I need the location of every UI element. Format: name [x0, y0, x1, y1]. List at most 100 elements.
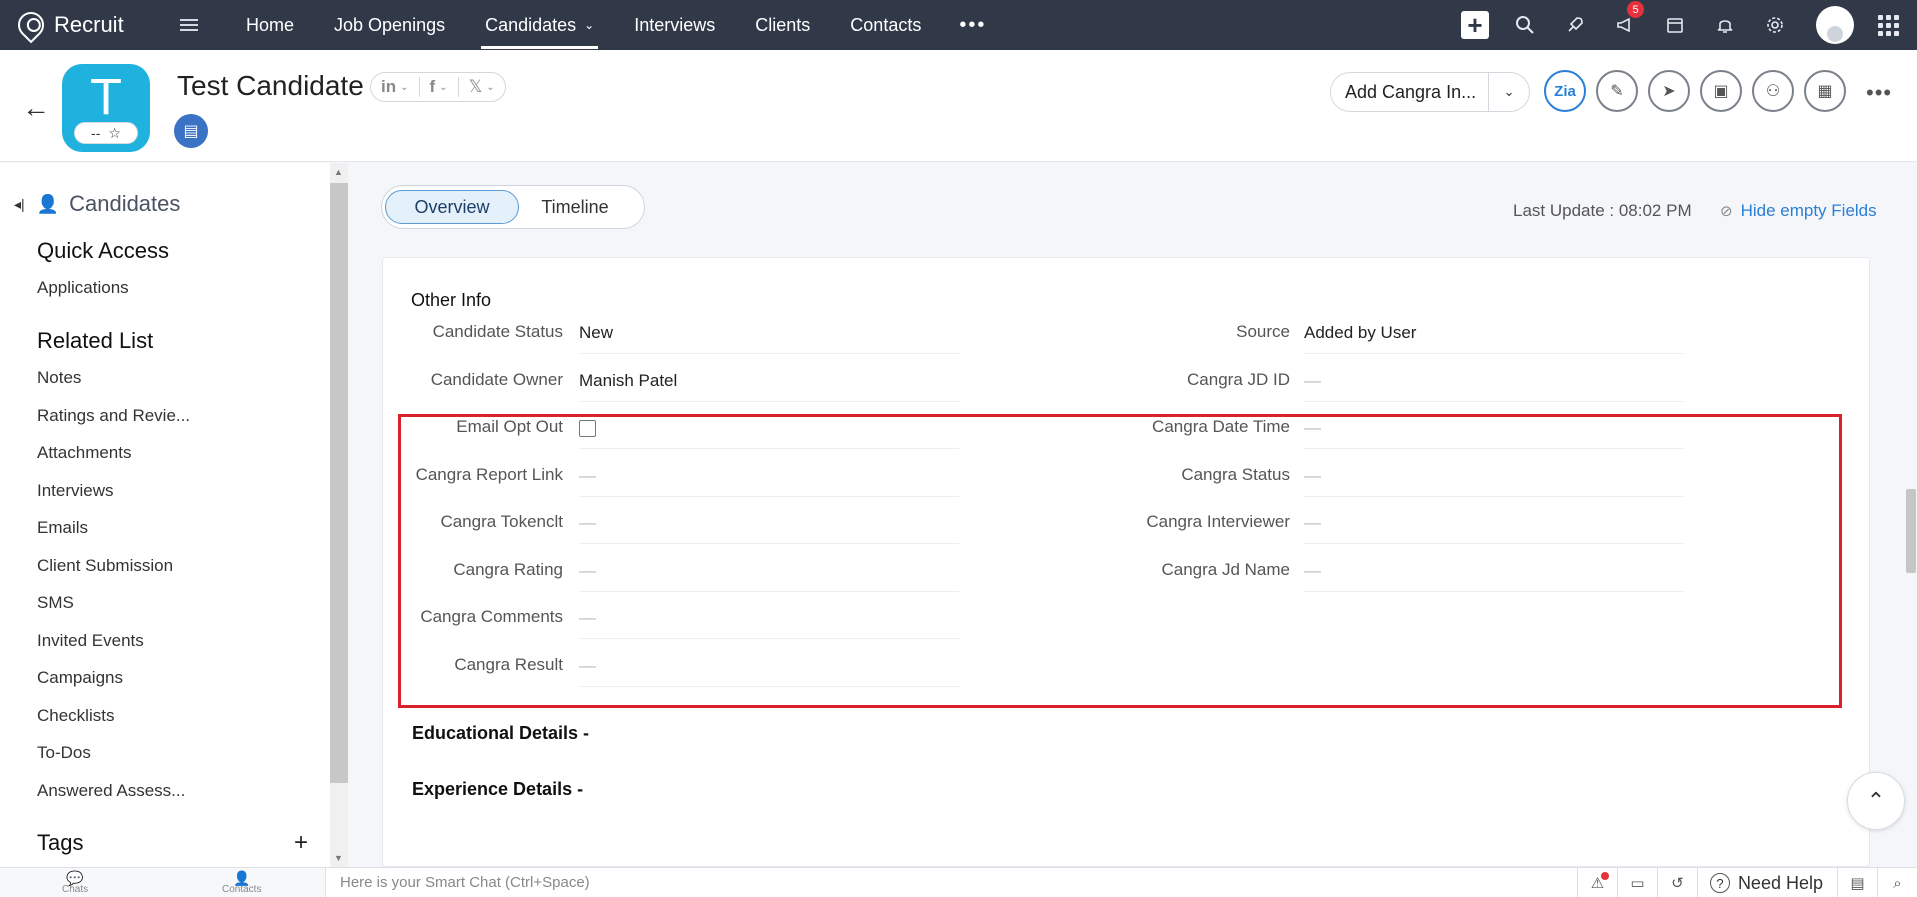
nav-tab-home[interactable]: Home [226, 0, 314, 50]
alert-dot [1600, 872, 1609, 880]
smart-chat-input[interactable]: Here is your Smart Chat (Ctrl+Space) [340, 874, 590, 891]
associate-job-button[interactable]: ▣ [1700, 70, 1742, 112]
field-value-cangra-rating[interactable]: — [579, 561, 959, 592]
sidebar-item-emails[interactable]: Emails [37, 518, 88, 538]
sidebar-item-attachments[interactable]: Attachments [37, 443, 132, 463]
brand[interactable]: Recruit [12, 6, 170, 44]
section-title-educational-details[interactable]: Educational Details - [412, 723, 589, 744]
sidebar-item-campaigns[interactable]: Campaigns [37, 668, 123, 688]
document-icon[interactable]: ▤ [174, 114, 208, 148]
search-button[interactable] [1500, 0, 1550, 50]
history-button[interactable]: ↺ [1656, 868, 1697, 897]
sidebar-item-invited-events[interactable]: Invited Events [37, 631, 144, 651]
field-value-cangra-jd-id[interactable]: — [1304, 371, 1684, 402]
avatar[interactable] [1816, 6, 1854, 44]
view-toggle: Overview Timeline [381, 185, 645, 229]
user-head-icon [1827, 26, 1843, 42]
field-value-cangra-tokenclt[interactable]: — [579, 513, 959, 544]
sidebar-item-client-submission[interactable]: Client Submission [37, 556, 173, 576]
nav-tab-contacts[interactable]: Contacts [830, 0, 941, 50]
zia-button[interactable]: Zia [1544, 70, 1586, 112]
nav-tab-interviews[interactable]: Interviews [614, 0, 735, 50]
field-value-cangra-interviewer[interactable]: — [1304, 513, 1684, 544]
chats-tab[interactable]: 💬 Chats [62, 870, 88, 895]
plus-icon: + [1461, 11, 1489, 39]
record-actions: Zia ✎ ➤ ▣ ⚇ ▦ [1544, 70, 1846, 112]
nav-tab-clients[interactable]: Clients [735, 0, 830, 50]
rocket-button[interactable] [1550, 0, 1600, 50]
alerts-button[interactable]: ⚠ [1576, 868, 1617, 897]
field-value-cangra-result[interactable]: — [579, 656, 959, 687]
settings-button[interactable] [1750, 0, 1800, 50]
main-content: Overview Timeline Last Update : 08:02 PM… [348, 163, 1917, 867]
field-value-source[interactable]: Added by User [1304, 323, 1684, 354]
person-share-icon: ⚇ [1765, 83, 1781, 100]
field-label-cangra-report-link: Cangra Report Link [415, 465, 563, 484]
sidebar-item-notes[interactable]: Notes [37, 368, 81, 388]
search-icon: ⌕ [1893, 874, 1902, 892]
field-value-cangra-comments[interactable]: — [579, 608, 959, 639]
nav-tab-candidates[interactable]: Candidates ⌄ [465, 0, 614, 50]
quick-access-heading: Quick Access [37, 238, 170, 263]
more-tabs-button[interactable]: ••• [941, 14, 1004, 37]
field-value-cangra-date-time[interactable]: — [1304, 418, 1684, 449]
x-button[interactable]: 𝕏 ⌄ [459, 77, 505, 97]
share-candidate-button[interactable]: ⚇ [1752, 70, 1794, 112]
quick-create-button[interactable]: + [1450, 0, 1500, 50]
sidebar-item-sms[interactable]: SMS [37, 593, 74, 613]
main-scrollbar[interactable] [1904, 257, 1917, 867]
sidebar-item-checklists[interactable]: Checklists [37, 706, 114, 726]
rocket-icon [1568, 17, 1583, 32]
back-arrow-icon[interactable]: ← [22, 92, 50, 124]
bottom-search-button[interactable]: ⌕ [1877, 868, 1917, 897]
field-value-cangra-status[interactable]: — [1304, 466, 1684, 497]
linkedin-button[interactable]: in ⌄ [371, 77, 420, 97]
screen-share-button[interactable]: ▭ [1616, 868, 1657, 897]
email-opt-out-checkbox[interactable] [579, 420, 596, 438]
person-icon: 👤 [36, 193, 60, 214]
contacts-tab[interactable]: 👤 Contacts [222, 870, 261, 895]
hamburger-menu-icon[interactable] [180, 16, 198, 34]
scroll-down-icon[interactable]: ▼ [334, 853, 343, 863]
hide-empty-fields-link[interactable]: ⊘ Hide empty Fields [1720, 201, 1877, 221]
field-value-cangra-jd-name[interactable]: — [1304, 561, 1684, 592]
edit-note-icon: ✎ [1610, 83, 1624, 100]
add-tag-button[interactable]: + [294, 829, 308, 857]
nav-tab-job-openings[interactable]: Job Openings [314, 0, 465, 50]
collapse-sidebar-icon[interactable]: ◂| [14, 196, 25, 213]
field-value-cangra-report-link[interactable]: — [579, 466, 959, 497]
tab-timeline[interactable]: Timeline [519, 190, 631, 224]
main-scroll-thumb[interactable] [1906, 489, 1916, 573]
more-options-icon[interactable]: ••• [1866, 80, 1892, 106]
apps-grid-icon[interactable] [1878, 14, 1899, 36]
need-help-button[interactable]: ? Need Help [1696, 868, 1837, 897]
related-list-heading: Related List [37, 328, 154, 353]
notifications-button[interactable] [1700, 0, 1750, 50]
send-email-button[interactable]: ➤ [1648, 70, 1690, 112]
scroll-up-icon[interactable]: ▲ [334, 167, 343, 177]
sidebar-item-answered-assessments[interactable]: Answered Assess... [37, 781, 185, 801]
sidebar-scroll-thumb[interactable] [330, 183, 348, 783]
schedule-interview-button[interactable]: ▦ [1804, 70, 1846, 112]
scroll-to-top-button[interactable]: ⌃ [1847, 772, 1905, 830]
calendar-button[interactable] [1650, 0, 1700, 50]
field-value-candidate-status[interactable]: New [579, 323, 959, 354]
announcements-button[interactable]: 5 [1600, 0, 1650, 50]
notes-button[interactable]: ✎ [1596, 70, 1638, 112]
candidate-rating[interactable]: -- ☆ [74, 122, 138, 144]
megaphone-icon [1617, 17, 1630, 33]
field-value-candidate-owner[interactable]: Manish Patel [579, 371, 959, 402]
section-title-experience-details[interactable]: Experience Details - [412, 779, 583, 800]
bottom-right-tools: ⚠ ▭ ↺ ? Need Help ▤ ⌕ [1576, 868, 1917, 897]
chevron-down-icon[interactable]: ⌄ [1489, 84, 1529, 100]
chat-bubble-icon: 💬 [66, 870, 84, 886]
sidebar-item-todos[interactable]: To-Dos [37, 743, 91, 763]
feedback-button[interactable]: ▤ [1837, 868, 1877, 897]
tab-overview[interactable]: Overview [385, 190, 519, 224]
sidebar-item-interviews[interactable]: Interviews [37, 481, 114, 501]
sidebar-item-applications[interactable]: Applications [37, 278, 129, 298]
add-cangra-button[interactable]: Add Cangra In... [1331, 73, 1490, 111]
facebook-button[interactable]: f ⌄ [420, 77, 459, 97]
sidebar-scrollbar[interactable]: ▲ ▼ [330, 163, 348, 867]
sidebar-item-ratings[interactable]: Ratings and Revie... [37, 406, 190, 426]
